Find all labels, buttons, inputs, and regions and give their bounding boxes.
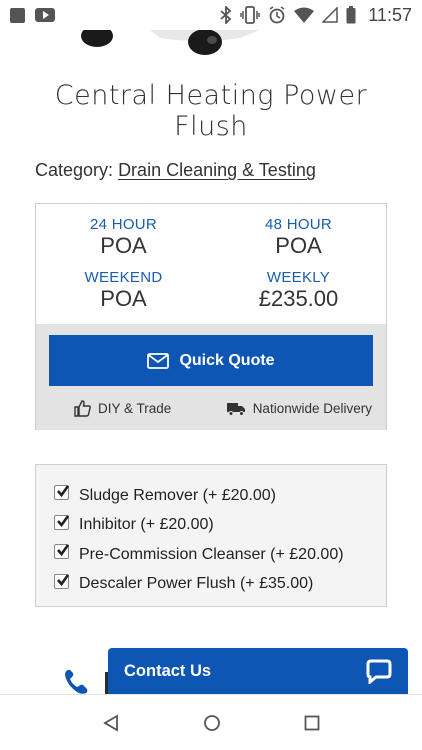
back-icon[interactable] (102, 713, 120, 732)
alarm-icon (269, 6, 285, 24)
checkmark-icon (57, 544, 70, 557)
checkbox[interactable] (54, 485, 70, 501)
vibrate-icon (240, 6, 261, 24)
price-label: 48 HOUR (264, 216, 333, 233)
title-line-1: Central Heating Power (54, 80, 368, 111)
category: Category: Drain Cleaning & Testing (35, 160, 316, 181)
option-label: Sludge Remover (+ £20.00) (79, 486, 276, 504)
wifi-icon (294, 7, 315, 23)
feature-label: DIY & Trade (98, 401, 172, 416)
feature-delivery: Nationwide Delivery (226, 400, 372, 417)
bluetooth-icon (220, 6, 232, 24)
price-value: POA (100, 286, 147, 311)
price-label: 24 HOUR (89, 216, 158, 233)
envelope-icon (147, 352, 170, 369)
option-label: Pre-Commission Cleanser (+ £20.00) (79, 545, 344, 563)
option-descaler-power-flush[interactable]: Descaler Power Flush (+ £35.00) (54, 570, 386, 600)
checkmark-icon (57, 573, 70, 586)
category-link[interactable]: Drain Cleaning & Testing (118, 160, 316, 180)
signal-icon (322, 7, 339, 23)
option-label: Inhibitor (+ £20.00) (79, 516, 214, 534)
price-value: £235.00 (258, 286, 339, 311)
feature-label: Nationwide Delivery (252, 401, 372, 416)
checkmark-icon (57, 514, 70, 527)
status-bar: 11:57 (0, 0, 422, 30)
quick-quote-button[interactable]: Quick Quote (49, 335, 373, 386)
option-pre-commission-cleanser[interactable]: Pre-Commission Cleanser (+ £20.00) (54, 540, 386, 570)
price-value: POA (275, 233, 322, 258)
notification-icon (10, 7, 25, 23)
title-line-2: Flush (174, 111, 248, 142)
chat-icon[interactable] (366, 658, 392, 684)
pricing-box: 24 HOUR POA 48 HOUR POA WEEKEND POA WEEK… (35, 203, 387, 430)
home-icon[interactable] (203, 714, 221, 732)
option-label: Descaler Power Flush (+ £35.00) (79, 575, 314, 593)
feature-diy-trade: DIY & Trade (74, 400, 171, 417)
contact-us-label: Contact Us (124, 661, 212, 680)
checkbox[interactable] (54, 544, 70, 560)
youtube-icon (35, 8, 55, 22)
navigation-bar (0, 694, 422, 750)
checkbox[interactable] (54, 573, 70, 589)
price-label: WEEKEND (84, 269, 163, 286)
quote-panel: Quick Quote DIY & Trade Nationwide Deliv… (36, 324, 386, 430)
checkbox[interactable] (54, 514, 70, 530)
price-weekly: WEEKLY £235.00 (211, 269, 386, 322)
price-weekend: WEEKEND POA (36, 269, 211, 322)
product-image (0, 30, 422, 70)
price-label: WEEKLY (266, 269, 331, 286)
option-sludge-remover[interactable]: Sludge Remover (+ £20.00) (54, 481, 386, 511)
recents-icon[interactable] (304, 715, 320, 731)
phone-icon[interactable] (62, 668, 90, 696)
price-48-hour: 48 HOUR POA (211, 216, 386, 269)
truck-icon (226, 403, 245, 416)
contact-us-bar[interactable]: Contact Us (108, 648, 408, 694)
options-box: Sludge Remover (+ £20.00) Inhibitor (+ £… (35, 464, 387, 607)
price-24-hour: 24 HOUR POA (36, 216, 211, 269)
price-value: POA (100, 233, 147, 258)
category-label: Category: (35, 160, 114, 180)
page-title: Central Heating Power Flush (20, 80, 402, 142)
thumbs-up-icon (74, 400, 91, 417)
option-inhibitor[interactable]: Inhibitor (+ £20.00) (54, 511, 386, 541)
checkmark-icon (57, 485, 70, 498)
clock: 11:57 (368, 4, 412, 25)
battery-icon (346, 6, 356, 24)
quick-quote-label: Quick Quote (179, 351, 275, 369)
